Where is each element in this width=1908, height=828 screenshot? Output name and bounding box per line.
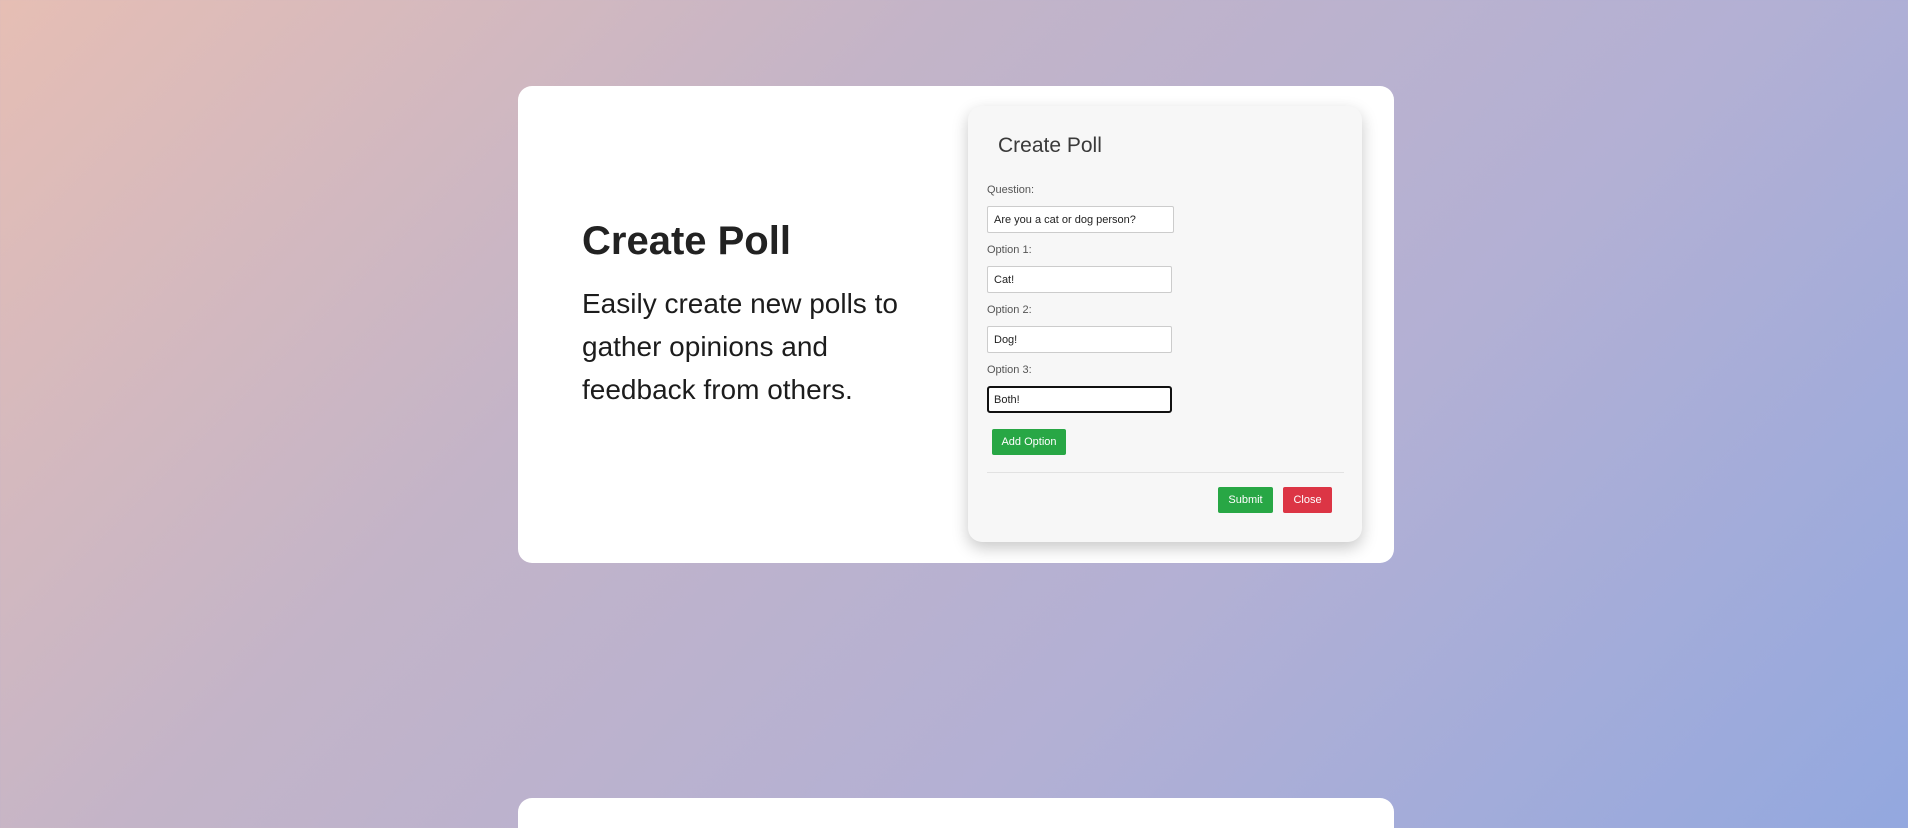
option-2-input[interactable] bbox=[987, 326, 1172, 353]
option-3-input[interactable] bbox=[987, 386, 1172, 413]
option-1-input[interactable] bbox=[987, 266, 1172, 293]
option-1-label: Option 1: bbox=[987, 244, 1032, 256]
option-3-label: Option 3: bbox=[987, 364, 1032, 376]
intro-section: Create Poll Easily create new polls to g… bbox=[582, 218, 942, 411]
submit-button[interactable]: Submit bbox=[1218, 487, 1273, 513]
close-button[interactable]: Close bbox=[1283, 487, 1332, 513]
question-label: Question: bbox=[987, 184, 1035, 196]
intro-title: Create Poll bbox=[582, 219, 791, 263]
question-input[interactable] bbox=[987, 206, 1174, 233]
intro-description: Easily create new polls to gather opinio… bbox=[582, 288, 898, 405]
create-poll-modal: Create Poll Question: Option 1: Option 2… bbox=[968, 106, 1362, 542]
modal-title: Create Poll bbox=[998, 134, 1102, 157]
option-2-label: Option 2: bbox=[987, 304, 1032, 316]
modal-footer-divider bbox=[987, 472, 1344, 473]
add-option-button[interactable]: Add Option bbox=[992, 429, 1066, 455]
create-poll-card: Create Poll Easily create new polls to g… bbox=[518, 86, 1394, 563]
next-card bbox=[518, 798, 1394, 828]
